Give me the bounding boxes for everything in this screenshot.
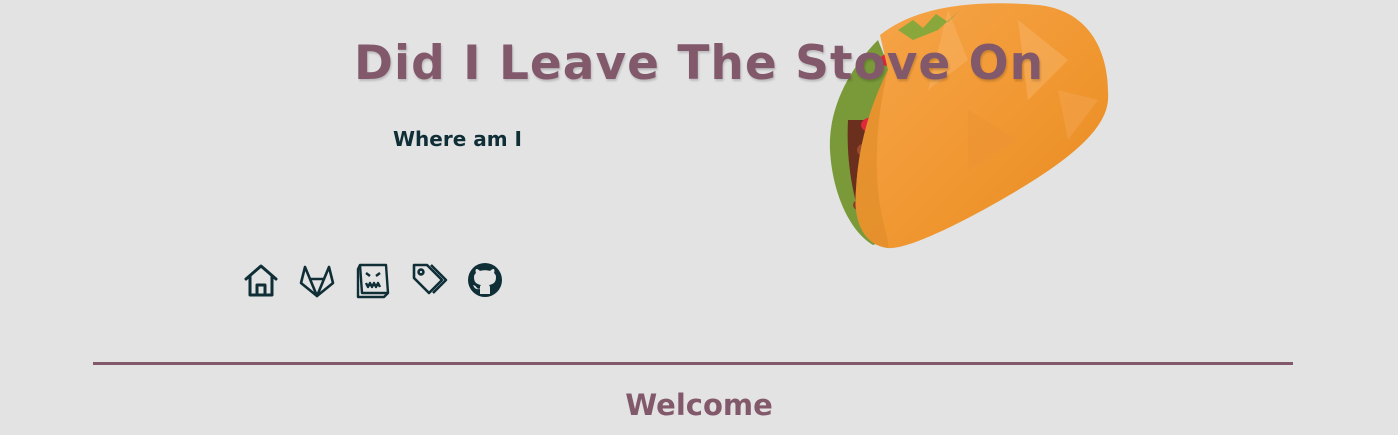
book-icon[interactable] bbox=[354, 261, 392, 299]
social-nav bbox=[242, 261, 504, 299]
section-divider bbox=[93, 362, 1293, 365]
site-title: Did I Leave The Stove On bbox=[353, 36, 1045, 91]
welcome-heading: Welcome bbox=[625, 388, 773, 422]
github-icon[interactable] bbox=[466, 261, 504, 299]
tags-icon[interactable] bbox=[410, 261, 448, 299]
home-icon[interactable] bbox=[242, 261, 280, 299]
gitlab-icon[interactable] bbox=[298, 261, 336, 299]
site-subtitle: Where am I bbox=[393, 127, 522, 151]
